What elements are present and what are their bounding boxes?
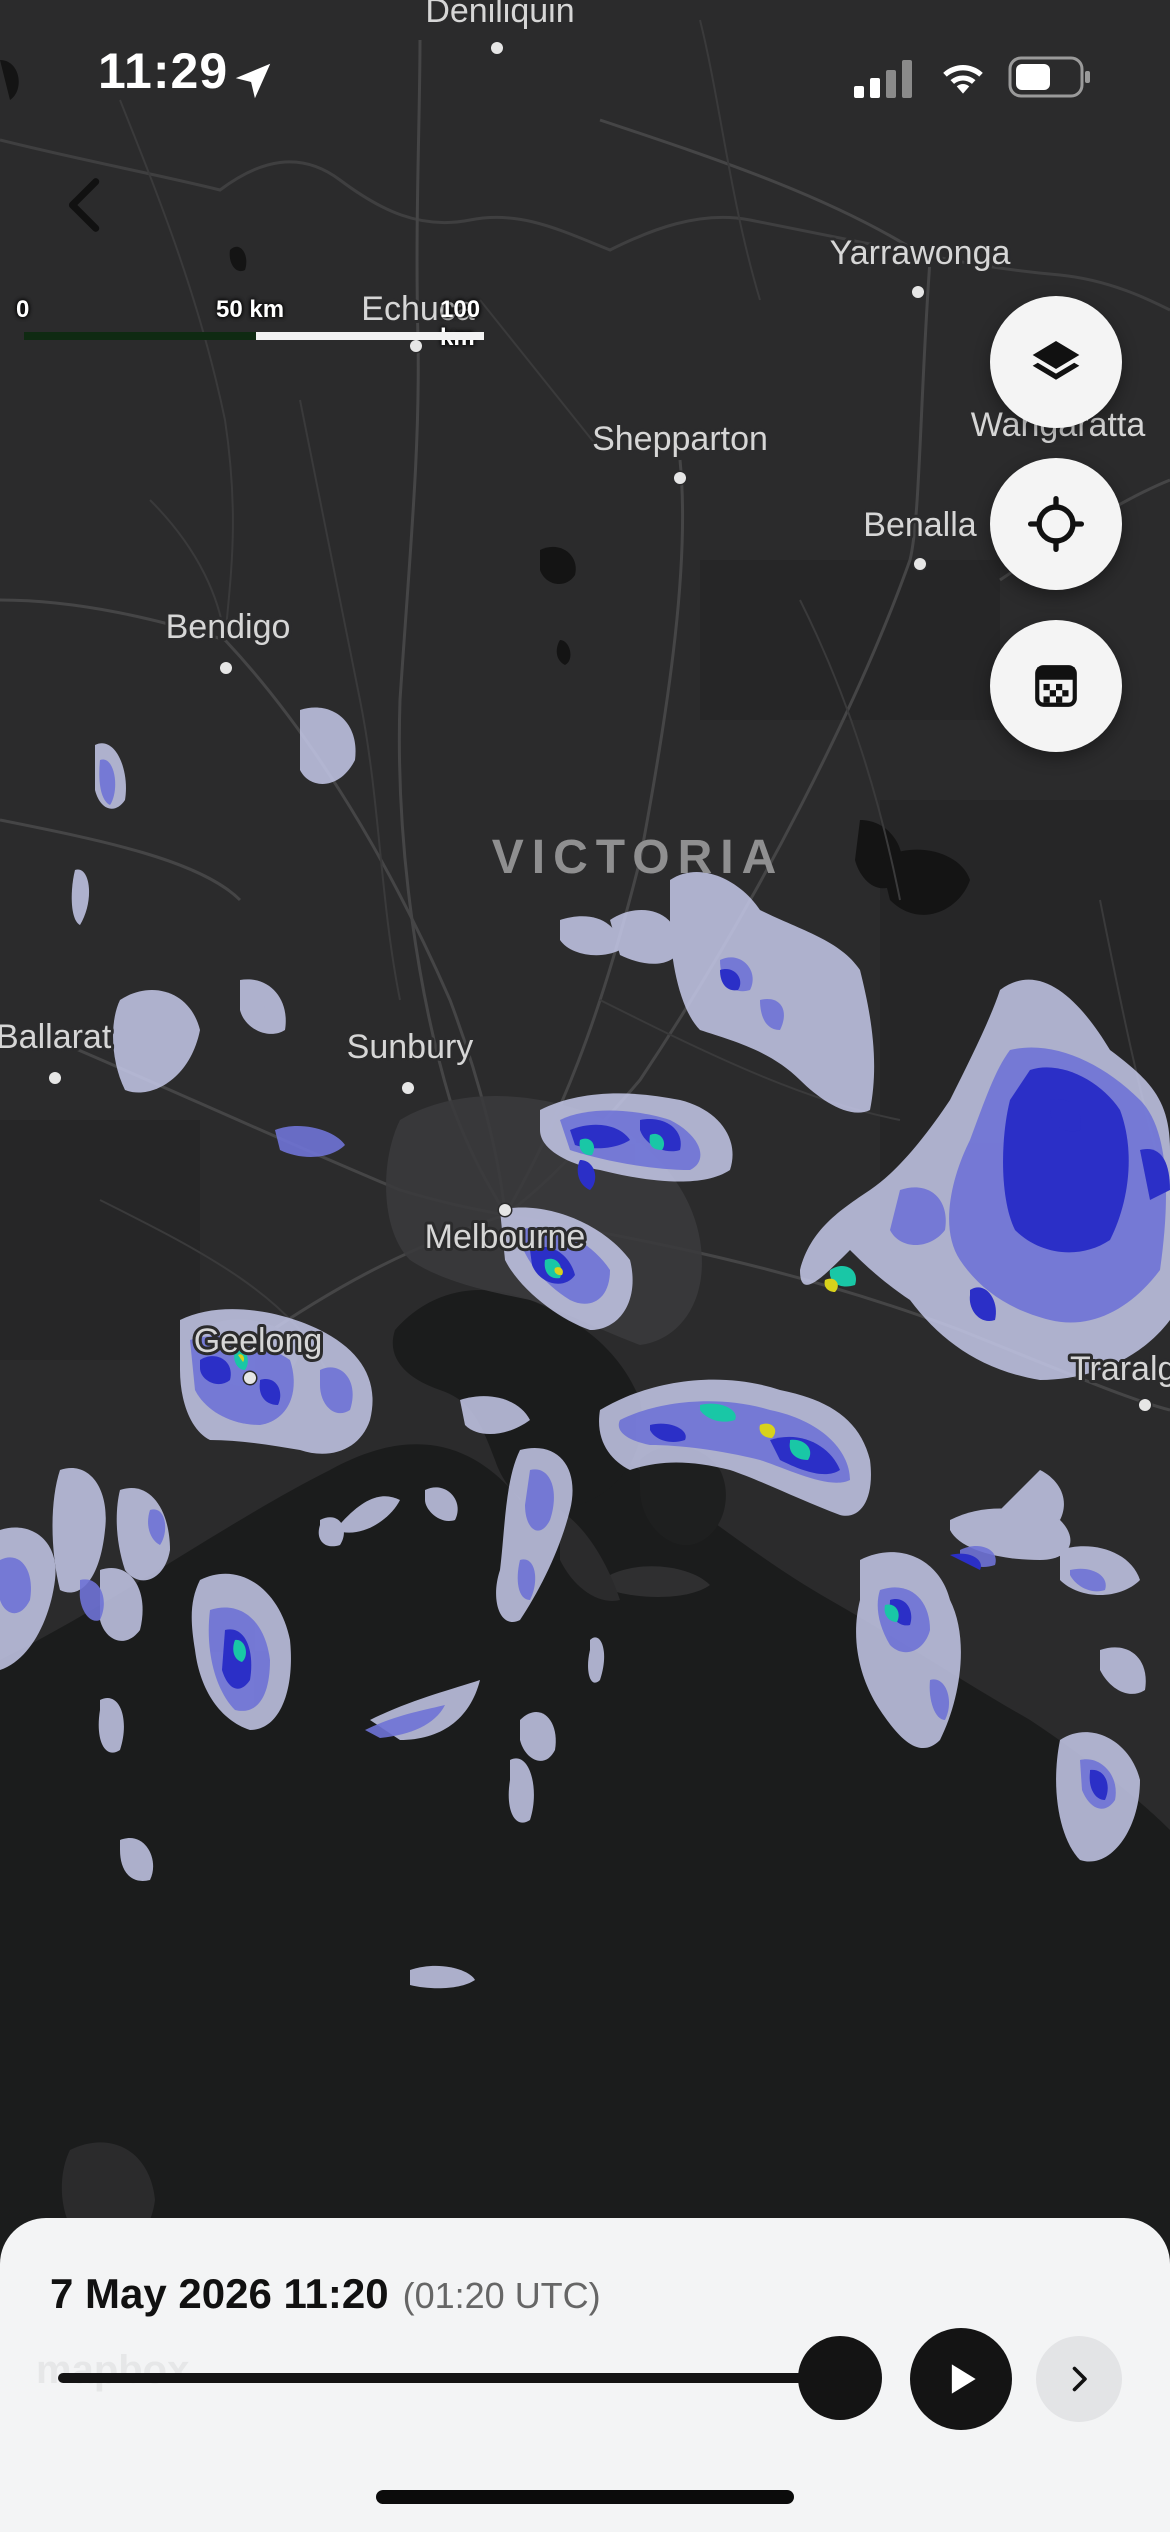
timeline-slider-track[interactable] xyxy=(58,2373,838,2383)
scale-max-label: 100 km xyxy=(440,296,481,351)
place-label: Yarrawonga xyxy=(830,234,1011,272)
place-dot xyxy=(912,556,928,572)
local-time: 7 May 2026 11:20 xyxy=(50,2270,389,2317)
place-label: Shepparton xyxy=(592,420,768,458)
battery-icon xyxy=(1008,56,1090,98)
scale-segment-dark xyxy=(24,332,256,340)
legend-button[interactable] xyxy=(990,620,1122,752)
map-scale-bar: 0 50 km 100 km xyxy=(0,296,520,356)
color-legend-icon xyxy=(1035,665,1077,707)
place-dot xyxy=(400,1080,416,1096)
place-dot xyxy=(497,1202,513,1218)
scale-zero-label: 0 xyxy=(16,296,30,323)
timeline-slider-thumb[interactable] xyxy=(798,2336,882,2420)
cellular-signal-icon xyxy=(854,60,912,98)
status-time: 11:29 xyxy=(98,43,229,99)
chevron-left-icon xyxy=(68,178,100,232)
mapbox-attribution[interactable]: mapbox xyxy=(36,2348,189,2393)
place-dot xyxy=(242,1370,258,1386)
place-dot xyxy=(47,1070,63,1086)
location-arrow-icon xyxy=(235,63,271,99)
play-icon xyxy=(951,2364,976,2394)
place-label: Sunbury xyxy=(347,1028,474,1066)
place-dot xyxy=(218,660,234,676)
timestamp-label: 7 May 2026 11:20 (01:20 UTC) xyxy=(50,2270,601,2318)
status-bar: 11:29 xyxy=(0,0,1170,150)
play-button[interactable] xyxy=(910,2328,1012,2430)
place-label: Traralgon xyxy=(1070,1350,1170,1388)
place-label: Bendigo xyxy=(166,608,291,646)
region-label: VICTORIA xyxy=(492,831,784,884)
locate-me-button[interactable] xyxy=(990,458,1122,590)
place-dot xyxy=(910,284,926,300)
timeline-sheet: 7 May 2026 11:20 (01:20 UTC) mapbox xyxy=(0,2218,1170,2532)
chevron-right-icon xyxy=(1072,2366,1087,2392)
scale-segment-light xyxy=(256,332,484,340)
place-label: Geelong xyxy=(194,1322,323,1360)
place-dot xyxy=(672,470,688,486)
layers-icon xyxy=(1032,341,1080,380)
place-dot xyxy=(1137,1397,1153,1413)
place-label: Melbourne xyxy=(425,1218,586,1256)
wifi-icon xyxy=(943,65,983,94)
place-label: Ballarat xyxy=(0,1018,112,1056)
scale-mid-label: 50 km xyxy=(216,296,285,323)
place-label: Benalla xyxy=(863,506,977,544)
next-frame-button[interactable] xyxy=(1036,2336,1122,2422)
utc-time: (01:20 UTC) xyxy=(402,2275,601,2316)
map-layers-button[interactable] xyxy=(990,296,1122,428)
back-button[interactable] xyxy=(52,170,122,240)
home-indicator xyxy=(376,2490,794,2504)
crosshair-icon xyxy=(1027,495,1085,553)
